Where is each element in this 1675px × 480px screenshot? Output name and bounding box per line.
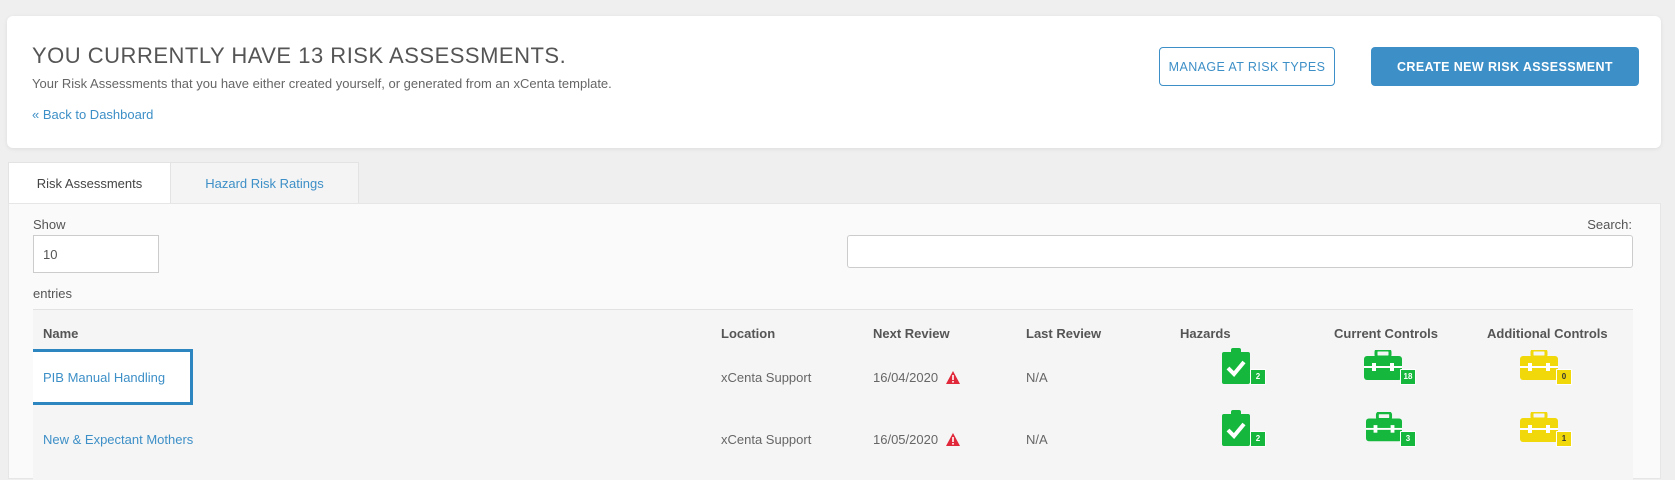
column-header-current-controls[interactable]: Current Controls	[1334, 326, 1438, 341]
next-review-cell: 16/04/2020	[873, 370, 960, 385]
additional-controls-count-badge: 0	[1556, 369, 1572, 385]
current-controls-count-badge: 18	[1400, 369, 1416, 385]
column-header-next-review[interactable]: Next Review	[873, 326, 950, 341]
next-review-date: 16/04/2020	[873, 370, 939, 385]
search-label: Search:	[1587, 217, 1632, 232]
page-subtitle: Your Risk Assessments that you have eith…	[32, 76, 612, 91]
clipboard-check-icon	[1222, 410, 1250, 446]
location-cell: xCenta Support	[721, 432, 812, 447]
next-review-date: 16/05/2020	[873, 432, 939, 447]
toolbox-icon	[1520, 348, 1558, 380]
current-controls-count-badge: 3	[1400, 431, 1416, 447]
current-controls-indicator[interactable]: 3	[1366, 411, 1426, 452]
warning-triangle-icon	[945, 371, 960, 384]
current-controls-indicator[interactable]: 18	[1364, 348, 1424, 390]
back-to-dashboard-link[interactable]: « Back to Dashboard	[32, 107, 153, 122]
additional-controls-count-badge: 1	[1556, 431, 1572, 447]
tab-risk-assessments[interactable]: Risk Assessments	[8, 162, 171, 204]
create-risk-assessment-button[interactable]: CREATE NEW RISK ASSESSMENT	[1371, 47, 1639, 86]
show-label: Show	[33, 217, 66, 232]
hazards-count-badge: 2	[1250, 369, 1266, 385]
hazards-indicator[interactable]: 2	[1222, 410, 1272, 450]
column-header-additional-controls[interactable]: Additional Controls	[1487, 326, 1608, 341]
clipboard-check-icon	[1222, 348, 1250, 384]
toolbox-icon	[1364, 348, 1402, 380]
additional-controls-indicator[interactable]: 0	[1520, 348, 1580, 390]
column-header-last-review[interactable]: Last Review	[1026, 326, 1101, 341]
tab-hazard-risk-ratings[interactable]: Hazard Risk Ratings	[170, 162, 359, 204]
last-review-cell: N/A	[1026, 370, 1048, 385]
additional-controls-indicator[interactable]: 1	[1520, 410, 1580, 452]
next-review-cell: 16/05/2020	[873, 432, 960, 447]
tab-bar: Risk Assessments Hazard Risk Ratings	[8, 162, 359, 204]
last-review-cell: N/A	[1026, 432, 1048, 447]
entries-label: entries	[33, 286, 73, 301]
toolbox-icon	[1520, 410, 1558, 442]
risk-assessment-name-link[interactable]: New & Expectant Mothers	[43, 432, 193, 447]
risk-assessment-name-link[interactable]: PIB Manual Handling	[43, 370, 165, 385]
location-cell: xCenta Support	[721, 370, 812, 385]
risk-assessments-table: Name Location Next Review Last Review Ha…	[33, 309, 1633, 480]
page-title: YOU CURRENTLY HAVE 13 RISK ASSESSMENTS.	[32, 43, 567, 68]
manage-at-risk-types-button[interactable]: MANAGE AT RISK TYPES	[1159, 47, 1335, 86]
column-header-location[interactable]: Location	[721, 326, 775, 341]
warning-triangle-icon	[945, 433, 960, 446]
column-header-hazards[interactable]: Hazards	[1180, 326, 1231, 341]
hazards-count-badge: 2	[1250, 431, 1266, 447]
page-length-select[interactable]	[33, 235, 159, 273]
search-input[interactable]	[847, 235, 1633, 268]
header-card: YOU CURRENTLY HAVE 13 RISK ASSESSMENTS. …	[7, 16, 1661, 148]
hazards-indicator[interactable]: 2	[1222, 348, 1272, 388]
column-header-name[interactable]: Name	[43, 326, 78, 341]
toolbox-icon	[1366, 411, 1402, 442]
